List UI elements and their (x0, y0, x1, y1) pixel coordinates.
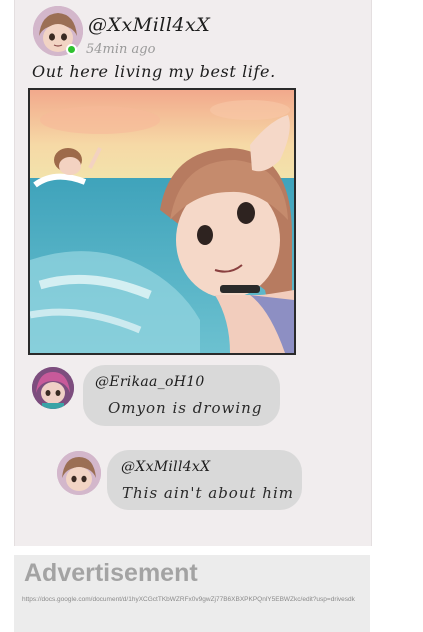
comment-text: Omyon is drowing (108, 399, 263, 417)
reply-text: This ain't about him (122, 484, 294, 502)
comment-username[interactable]: @Erikaa_oH10 (95, 374, 205, 390)
online-status-icon (66, 44, 77, 55)
post-caption: Out here living my best life. (32, 62, 276, 81)
post-artwork[interactable] (28, 88, 296, 355)
advertisement-link[interactable]: https://docs.google.com/document/d/1hyXC… (22, 594, 364, 606)
reply-avatar[interactable] (57, 451, 101, 495)
post-timestamp: 54min ago (86, 42, 156, 57)
advertisement-banner[interactable]: Advertisement https://docs.google.com/do… (14, 555, 370, 632)
reply-username[interactable]: @XxMill4xX (121, 459, 210, 475)
advertisement-title: Advertisement (24, 559, 198, 587)
commenter-avatar[interactable] (32, 367, 74, 409)
poster-username[interactable]: @XxMill4xX (88, 14, 210, 36)
